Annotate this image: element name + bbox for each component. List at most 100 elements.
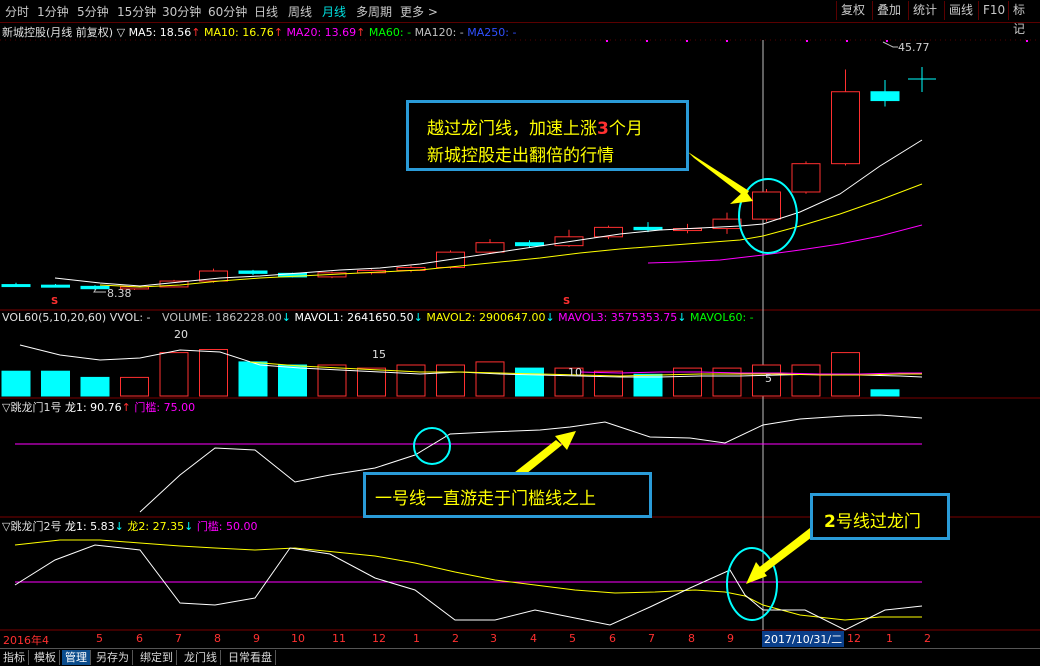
volume-header: VOL60(5,10,20,60) VVOL: - VOLUME: 186222… [2,311,754,324]
x-label: 1 [413,632,420,645]
ma60-value: MA60: - [368,26,412,39]
ma250-value: MA250: - [467,26,517,39]
sell-mark: S [51,296,59,307]
volume-bar [396,364,426,397]
candle-body [475,242,505,253]
volume-bar [594,370,623,397]
bind-to-button[interactable]: 绑定到 [137,650,177,665]
manage-button[interactable]: 管理 [62,650,91,665]
candle-body [870,91,900,102]
bottom-toolbar: 指标 模板 管理 另存为 绑定到 龙门线 日常看盘 [0,648,1040,666]
stock-title: 新城控股(月线 前复权) [2,26,114,39]
candle-body [80,285,110,290]
ma10-value: MA10: 16.76 [204,26,274,39]
line1-callout: 一号线一直游走于门槛线之上 [363,472,652,518]
callout-text: 新城控股走出翻倍的行情 [427,146,614,166]
candle-body [752,191,781,220]
candle-body [41,284,70,288]
x-label: 2016年4 [3,634,49,647]
volume-bar [791,364,821,397]
volume-bar [120,376,149,397]
ind1-long1-value: 龙1: 90.76 [64,401,122,414]
volume-bar [80,376,110,397]
ind2-long1-line [14,544,923,631]
x-label: 12 [372,632,386,645]
low-marker-line [93,288,106,293]
candle-body [1,284,31,288]
low-price-label: 8.38 [107,287,132,300]
x-label: 7 [175,632,182,645]
volume-value: VOLUME: 1862228.00 [162,311,282,324]
candle-body [791,163,821,193]
callout-text: 个月 [608,119,643,139]
high-price-label: 45.77 [898,41,930,54]
callout-text: 号线过龙门 [835,512,921,532]
save-as-button[interactable]: 另存为 [93,650,133,665]
x-label: 6 [609,632,616,645]
volume-bar [1,370,31,397]
candle-body [831,91,860,165]
ma20-value: MA20: 13.69 [286,26,357,39]
x-label: 6 [136,632,143,645]
volume-bar [199,349,228,397]
callout-text: 越过龙门线，加速上涨 [427,119,597,139]
mavol60-value: MAVOL60: - [690,311,754,324]
x-label: 11 [332,632,346,645]
longmen-line-button[interactable]: 龙门线 [181,650,221,665]
volume-bar [159,352,189,397]
mavol1-value: MAVOL1: 2641650.50 [294,311,414,324]
vol-scale-10: 10 [568,366,582,379]
cursor-date-label: 2017/10/31/二 [762,631,845,647]
x-label: 2 [924,632,931,645]
volume-bar [41,370,70,397]
candle-body [633,226,663,231]
template-button[interactable]: 模板 [31,650,60,665]
callout-text: 一号线一直游走于门槛线之上 [375,489,596,509]
ind1-header: ▽跳龙门1号 龙1: 90.76↑ 门槛: 75.00 [2,401,196,414]
volume-bar [278,364,307,397]
vol-scale-5: 5 [765,372,772,385]
x-label: 5 [569,632,576,645]
x-label: 2 [452,632,459,645]
x-label: 9 [253,632,260,645]
vvol-value: VVOL: - [109,311,151,324]
x-label: 5 [96,632,103,645]
ma5-value: MA5: 18.56 [128,26,192,39]
main-chart-header: 新城控股(月线 前复权) ▽ MA5: 18.56↑ MA10: 16.76↑ … [2,26,517,39]
ind2-cross-circle [726,547,778,621]
candle-body [238,270,268,274]
vol-scale-15: 15 [372,348,386,361]
volume-bar [633,373,663,397]
ind2-long2-value: 龙2: 27.35 [127,520,185,533]
x-label: 9 [727,632,734,645]
x-label: 1 [886,632,893,645]
high-marker-line [882,41,898,48]
x-label: 8 [688,632,695,645]
x-label: 4 [530,632,537,645]
daily-watch-button[interactable]: 日常看盘 [225,650,276,665]
callout-number: 2 [824,512,836,532]
ind1-threshold-value: 门槛: 75.00 [134,401,196,414]
vol-scale-20: 20 [174,328,188,341]
indicator-button[interactable]: 指标 [0,650,29,665]
ma250-ticks [606,40,1028,42]
ind2-threshold-value: 门槛: 50.00 [196,520,258,533]
ind2-long1-value: 龙1: 5.83 [64,520,115,533]
breakout-callout: 越过龙门线，加速上涨3个月 新城控股走出翻倍的行情 [406,100,689,171]
ind1-title: 跳龙门1号 [10,401,62,414]
x-label: 10 [291,632,305,645]
volume-bar [475,361,505,397]
candle-body [515,242,544,247]
vol-title: VOL60(5,10,20,60) [2,311,107,324]
mavol3-value: MAVOL3: 3575353.75 [558,311,678,324]
ind2-title: 跳龙门2号 [10,520,62,533]
sell-mark: S [563,296,571,307]
x-label: 7 [648,632,655,645]
x-label: 8 [214,632,221,645]
volume-bar [515,367,544,397]
ma120-value: MA120: - [414,26,464,39]
x-label: 12 [847,632,861,645]
mavol2-value: MAVOL2: 2900647.00 [426,311,546,324]
line2-callout: 2号线过龙门 [810,493,950,540]
volume-bar [870,389,900,397]
